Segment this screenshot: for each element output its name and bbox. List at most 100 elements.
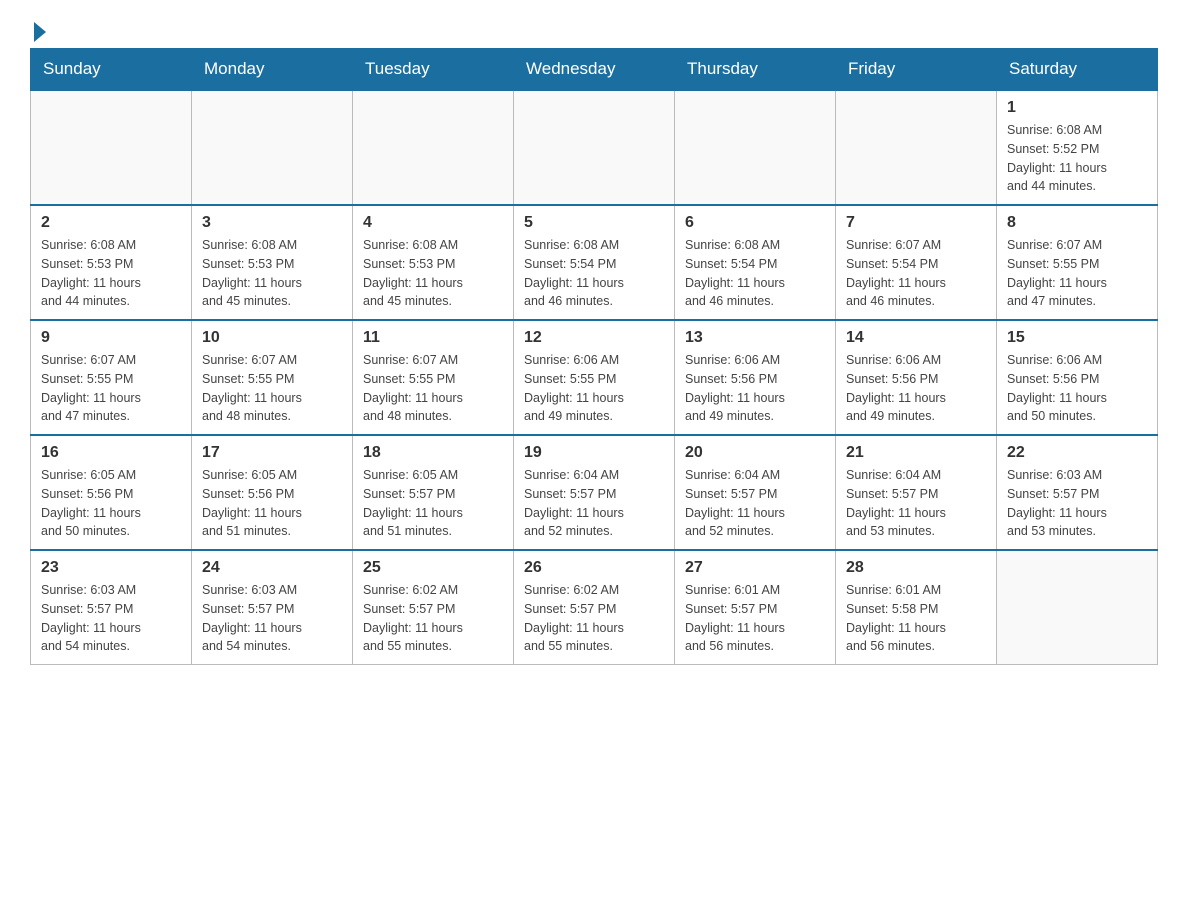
calendar-cell: 4 Sunrise: 6:08 AMSunset: 5:53 PMDaylight… [353,205,514,320]
calendar-cell: 19 Sunrise: 6:04 AMSunset: 5:57 PMDayligh… [514,435,675,550]
day-header-tuesday: Tuesday [353,49,514,91]
day-info: Sunrise: 6:08 AMSunset: 5:52 PMDaylight:… [1007,121,1147,196]
day-info: Sunrise: 6:03 AMSunset: 5:57 PMDaylight:… [1007,466,1147,541]
day-header-sunday: Sunday [31,49,192,91]
day-number: 6 [685,214,825,232]
day-info: Sunrise: 6:08 AMSunset: 5:54 PMDaylight:… [685,236,825,311]
day-number: 14 [846,329,986,347]
calendar-cell: 23Sunrise: 6:03 AMSunset: 5:57 PMDayligh… [31,550,192,665]
day-info: Sunrise: 6:01 AMSunset: 5:58 PMDaylight:… [846,581,986,656]
calendar-cell: 27 Sunrise: 6:01 AMSunset: 5:57 PMDayligh… [675,550,836,665]
logo [30,20,46,38]
day-number: 19 [524,444,664,462]
day-number: 4 [363,214,503,232]
calendar-table: SundayMondayTuesdayWednesdayThursdayFrid… [30,48,1158,665]
calendar-cell: 21 Sunrise: 6:04 AMSunset: 5:57 PMDayligh… [836,435,997,550]
day-info: Sunrise: 6:03 AMSunset: 5:57 PMDaylight:… [202,581,342,656]
calendar-cell [192,90,353,205]
day-info: Sunrise: 6:02 AMSunset: 5:57 PMDaylight:… [524,581,664,656]
calendar-cell: 12 Sunrise: 6:06 AMSunset: 5:55 PMDayligh… [514,320,675,435]
day-info: Sunrise: 6:05 AMSunset: 5:56 PMDaylight:… [41,466,181,541]
day-number: 25 [363,559,503,577]
day-info: Sunrise: 6:04 AMSunset: 5:57 PMDaylight:… [524,466,664,541]
day-number: 13 [685,329,825,347]
calendar-cell: 20Sunrise: 6:04 AMSunset: 5:57 PMDayligh… [675,435,836,550]
day-info: Sunrise: 6:06 AMSunset: 5:56 PMDaylight:… [846,351,986,426]
day-number: 9 [41,329,181,347]
day-number: 27 [685,559,825,577]
day-header-monday: Monday [192,49,353,91]
day-number: 15 [1007,329,1147,347]
calendar-cell: 13 Sunrise: 6:06 AMSunset: 5:56 PMDayligh… [675,320,836,435]
day-info: Sunrise: 6:06 AMSunset: 5:56 PMDaylight:… [685,351,825,426]
calendar-cell: 24 Sunrise: 6:03 AMSunset: 5:57 PMDayligh… [192,550,353,665]
day-number: 28 [846,559,986,577]
day-number: 21 [846,444,986,462]
calendar-week-row: 16 Sunrise: 6:05 AMSunset: 5:56 PMDayligh… [31,435,1158,550]
day-number: 18 [363,444,503,462]
day-number: 16 [41,444,181,462]
day-info: Sunrise: 6:02 AMSunset: 5:57 PMDaylight:… [363,581,503,656]
day-number: 11 [363,329,503,347]
day-info: Sunrise: 6:07 AMSunset: 5:54 PMDaylight:… [846,236,986,311]
day-info: Sunrise: 6:08 AMSunset: 5:54 PMDaylight:… [524,236,664,311]
day-number: 5 [524,214,664,232]
day-number: 12 [524,329,664,347]
calendar-cell: 9 Sunrise: 6:07 AMSunset: 5:55 PMDaylight… [31,320,192,435]
calendar-cell: 6 Sunrise: 6:08 AMSunset: 5:54 PMDaylight… [675,205,836,320]
day-number: 7 [846,214,986,232]
day-number: 10 [202,329,342,347]
day-info: Sunrise: 6:08 AMSunset: 5:53 PMDaylight:… [41,236,181,311]
calendar-cell: 15 Sunrise: 6:06 AMSunset: 5:56 PMDayligh… [997,320,1158,435]
page-header [30,20,1158,38]
calendar-week-row: 9 Sunrise: 6:07 AMSunset: 5:55 PMDaylight… [31,320,1158,435]
calendar-cell: 28 Sunrise: 6:01 AMSunset: 5:58 PMDayligh… [836,550,997,665]
day-header-wednesday: Wednesday [514,49,675,91]
calendar-cell: 18 Sunrise: 6:05 AMSunset: 5:57 PMDayligh… [353,435,514,550]
calendar-week-row: 1 Sunrise: 6:08 AMSunset: 5:52 PMDaylight… [31,90,1158,205]
calendar-cell: 22 Sunrise: 6:03 AMSunset: 5:57 PMDayligh… [997,435,1158,550]
calendar-cell [997,550,1158,665]
calendar-cell [514,90,675,205]
day-header-friday: Friday [836,49,997,91]
calendar-cell: 7 Sunrise: 6:07 AMSunset: 5:54 PMDaylight… [836,205,997,320]
day-info: Sunrise: 6:05 AMSunset: 5:56 PMDaylight:… [202,466,342,541]
day-info: Sunrise: 6:04 AMSunset: 5:57 PMDaylight:… [846,466,986,541]
day-info: Sunrise: 6:08 AMSunset: 5:53 PMDaylight:… [202,236,342,311]
day-info: Sunrise: 6:05 AMSunset: 5:57 PMDaylight:… [363,466,503,541]
calendar-cell: 1 Sunrise: 6:08 AMSunset: 5:52 PMDaylight… [997,90,1158,205]
day-info: Sunrise: 6:06 AMSunset: 5:55 PMDaylight:… [524,351,664,426]
day-info: Sunrise: 6:03 AMSunset: 5:57 PMDaylight:… [41,581,181,656]
calendar-week-row: 23Sunrise: 6:03 AMSunset: 5:57 PMDayligh… [31,550,1158,665]
calendar-cell: 5 Sunrise: 6:08 AMSunset: 5:54 PMDaylight… [514,205,675,320]
day-number: 3 [202,214,342,232]
day-number: 17 [202,444,342,462]
day-info: Sunrise: 6:08 AMSunset: 5:53 PMDaylight:… [363,236,503,311]
calendar-cell [353,90,514,205]
calendar-cell: 25 Sunrise: 6:02 AMSunset: 5:57 PMDayligh… [353,550,514,665]
calendar-header-row: SundayMondayTuesdayWednesdayThursdayFrid… [31,49,1158,91]
calendar-cell [675,90,836,205]
day-info: Sunrise: 6:07 AMSunset: 5:55 PMDaylight:… [1007,236,1147,311]
day-info: Sunrise: 6:07 AMSunset: 5:55 PMDaylight:… [202,351,342,426]
calendar-week-row: 2 Sunrise: 6:08 AMSunset: 5:53 PMDaylight… [31,205,1158,320]
day-header-thursday: Thursday [675,49,836,91]
day-info: Sunrise: 6:07 AMSunset: 5:55 PMDaylight:… [41,351,181,426]
day-number: 22 [1007,444,1147,462]
day-info: Sunrise: 6:01 AMSunset: 5:57 PMDaylight:… [685,581,825,656]
day-header-saturday: Saturday [997,49,1158,91]
calendar-cell: 8Sunrise: 6:07 AMSunset: 5:55 PMDaylight… [997,205,1158,320]
calendar-cell: 11 Sunrise: 6:07 AMSunset: 5:55 PMDayligh… [353,320,514,435]
calendar-cell: 2 Sunrise: 6:08 AMSunset: 5:53 PMDaylight… [31,205,192,320]
calendar-cell: 14 Sunrise: 6:06 AMSunset: 5:56 PMDayligh… [836,320,997,435]
calendar-cell: 17 Sunrise: 6:05 AMSunset: 5:56 PMDayligh… [192,435,353,550]
calendar-cell [836,90,997,205]
calendar-cell: 10 Sunrise: 6:07 AMSunset: 5:55 PMDayligh… [192,320,353,435]
day-number: 24 [202,559,342,577]
day-number: 1 [1007,99,1147,117]
day-number: 2 [41,214,181,232]
day-info: Sunrise: 6:06 AMSunset: 5:56 PMDaylight:… [1007,351,1147,426]
calendar-cell: 16 Sunrise: 6:05 AMSunset: 5:56 PMDayligh… [31,435,192,550]
day-info: Sunrise: 6:07 AMSunset: 5:55 PMDaylight:… [363,351,503,426]
calendar-cell: 3 Sunrise: 6:08 AMSunset: 5:53 PMDaylight… [192,205,353,320]
